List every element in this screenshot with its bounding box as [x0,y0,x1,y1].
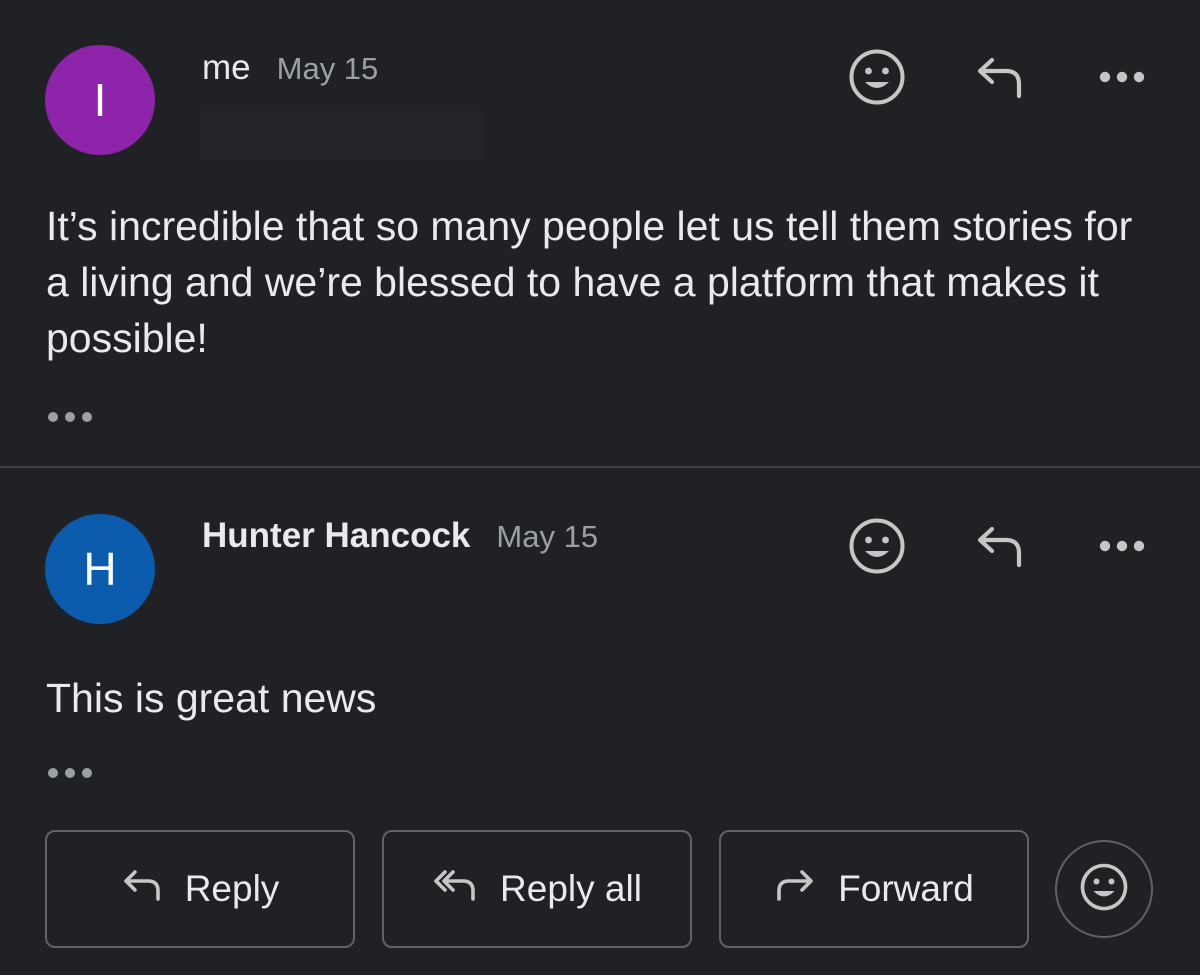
reply-icon[interactable] [968,45,1032,109]
forward-button[interactable]: Forward [719,830,1029,948]
sender-line: me May 15 [202,48,378,88]
more-icon[interactable] [1090,45,1154,109]
reply-all-button[interactable]: Reply all [382,830,692,948]
reply-icon [121,868,163,911]
message-date: May 15 [496,519,599,554]
message-divider [0,466,1200,468]
sender-line: Hunter Hancock May 15 [202,516,598,556]
sender-name[interactable]: Hunter Hancock [202,516,470,556]
reply-icon[interactable] [968,514,1032,578]
reply-all-button-label: Reply all [500,868,642,909]
smiley-icon[interactable] [845,514,909,578]
message-body: It’s incredible that so many people let … [46,203,1133,361]
reply-button-label: Reply [184,868,280,909]
avatar-letter: H [83,543,117,595]
reply-button[interactable]: Reply [45,830,355,948]
message-date: May 15 [276,51,379,86]
message-body: This is great news [46,675,377,721]
forward-button-label: Forward [838,868,974,909]
ellipsis-icon[interactable] [46,402,100,432]
email-thread: I me May 15 It’s incredible that so many… [0,0,1200,975]
recipient-line [200,110,485,160]
forward-icon [774,868,816,911]
reply-all-icon [432,868,478,911]
smiley-icon[interactable] [845,45,909,109]
react-button[interactable] [1055,840,1153,938]
more-icon[interactable] [1090,514,1154,578]
sender-name[interactable]: me [202,48,251,88]
smiley-icon [1079,862,1129,917]
avatar[interactable]: H [45,514,155,624]
avatar-letter: I [93,74,107,126]
avatar[interactable]: I [45,45,155,155]
ellipsis-icon[interactable] [46,758,100,788]
